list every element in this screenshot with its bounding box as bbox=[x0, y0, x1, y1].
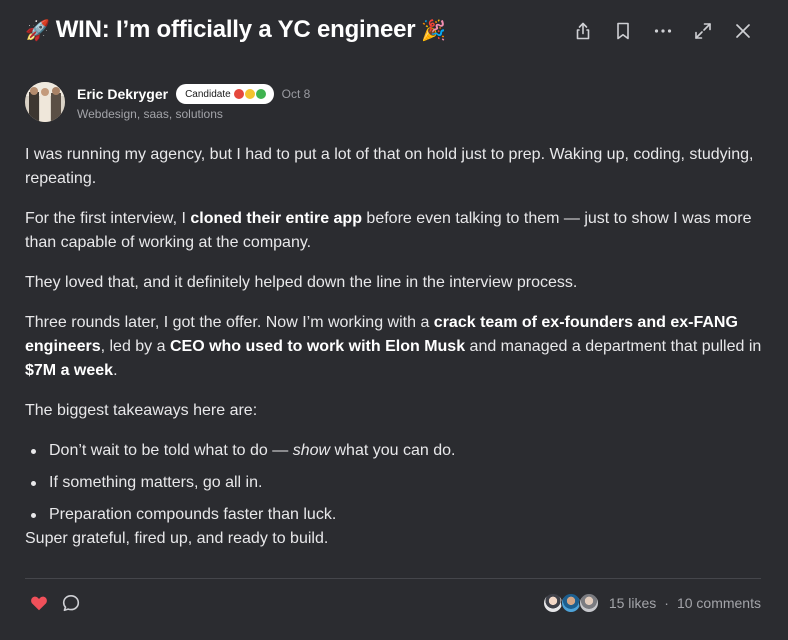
more-button[interactable] bbox=[643, 17, 683, 45]
text-run: , led by a bbox=[100, 338, 170, 355]
share-icon bbox=[576, 22, 590, 40]
stats-separator: · bbox=[664, 595, 669, 611]
avatar-photo bbox=[25, 82, 65, 122]
list-item: Preparation compounds faster than luck. bbox=[25, 503, 765, 527]
bookmark-button[interactable] bbox=[603, 17, 643, 45]
text-run: For the first interview, I bbox=[25, 210, 191, 227]
text-run: what you can do. bbox=[330, 442, 456, 459]
post-header: 🚀 WIN: I’m officially a YC engineer 🎉 bbox=[25, 14, 763, 46]
close-icon bbox=[736, 24, 750, 38]
author-subtitle: Webdesign, saas, solutions bbox=[77, 107, 223, 121]
heart-icon bbox=[31, 596, 47, 611]
post-date: Oct 8 bbox=[281, 87, 311, 101]
paragraph: For the first interview, I cloned their … bbox=[25, 207, 765, 255]
avatar bbox=[560, 593, 581, 613]
more-icon bbox=[654, 29, 672, 33]
likers-avatars[interactable] bbox=[542, 593, 599, 613]
paragraph: I was running my agency, but I had to pu… bbox=[25, 146, 754, 187]
bold-text: $7M a week bbox=[25, 362, 114, 379]
like-button[interactable] bbox=[25, 590, 53, 616]
author-row: Eric Dekryger Candidate Oct 8 Webdesign,… bbox=[25, 82, 310, 122]
comments-count[interactable]: 10 comments bbox=[677, 595, 761, 611]
takeaways-list: Don’t wait to be told what to do — show … bbox=[25, 439, 765, 527]
red-status-dot bbox=[232, 88, 245, 100]
post-title: 🚀 WIN: I’m officially a YC engineer 🎉 bbox=[25, 16, 446, 44]
likes-count[interactable]: 15 likes bbox=[609, 595, 656, 611]
post-footer: 15 likes · 10 comments bbox=[25, 590, 761, 616]
text-run: . bbox=[113, 362, 118, 379]
list-item: If something matters, go all in. bbox=[25, 471, 765, 495]
text-run: Don’t wait to be told what to do — bbox=[49, 442, 293, 459]
close-button[interactable] bbox=[723, 17, 763, 45]
party-popper-emoji: 🎉 bbox=[421, 18, 447, 42]
text-run: and managed a department that pulled in bbox=[465, 338, 762, 355]
avatar bbox=[542, 593, 563, 613]
avatar[interactable] bbox=[25, 82, 65, 122]
expand-icon bbox=[695, 23, 711, 39]
author-info: Eric Dekryger Candidate Oct 8 Webdesign,… bbox=[77, 84, 310, 121]
comment-button[interactable] bbox=[57, 590, 85, 616]
candidate-badge-label: Candidate bbox=[185, 88, 231, 100]
post-title-text: WIN: I’m officially a YC engineer bbox=[55, 16, 416, 43]
list-item: Don’t wait to be told what to do — show … bbox=[25, 439, 765, 463]
post-body: I was running my agency, but I had to pu… bbox=[25, 143, 765, 567]
bold-text: CEO who used to work with Elon Musk bbox=[169, 338, 466, 355]
comment-icon bbox=[62, 595, 80, 612]
paragraph: Super grateful, fired up, and ready to b… bbox=[25, 530, 329, 547]
author-name-row: Eric Dekryger Candidate Oct 8 bbox=[77, 84, 310, 104]
footer-divider bbox=[25, 578, 761, 579]
avatar bbox=[578, 593, 599, 613]
author-name[interactable]: Eric Dekryger bbox=[77, 86, 168, 102]
candidate-badge: Candidate bbox=[176, 84, 274, 104]
post-actions bbox=[563, 17, 763, 45]
paragraph: The biggest takeaways here are: bbox=[25, 402, 258, 419]
paragraph: Three rounds later, I got the offer. Now… bbox=[25, 311, 765, 383]
bookmark-icon bbox=[617, 22, 629, 40]
status-dots bbox=[232, 88, 267, 100]
expand-button[interactable] bbox=[683, 17, 723, 45]
text-run: Three rounds later, I got the offer. Now… bbox=[25, 314, 434, 331]
rocket-emoji: 🚀 bbox=[25, 18, 50, 42]
green-status-dot bbox=[254, 88, 267, 100]
yellow-status-dot bbox=[243, 88, 256, 100]
share-button[interactable] bbox=[563, 17, 603, 45]
paragraph: They loved that, and it definitely helpe… bbox=[25, 274, 578, 291]
italic-text: show bbox=[292, 442, 331, 459]
post-stats: 15 likes · 10 comments bbox=[542, 593, 761, 613]
bold-text: cloned their entire app bbox=[190, 210, 362, 227]
